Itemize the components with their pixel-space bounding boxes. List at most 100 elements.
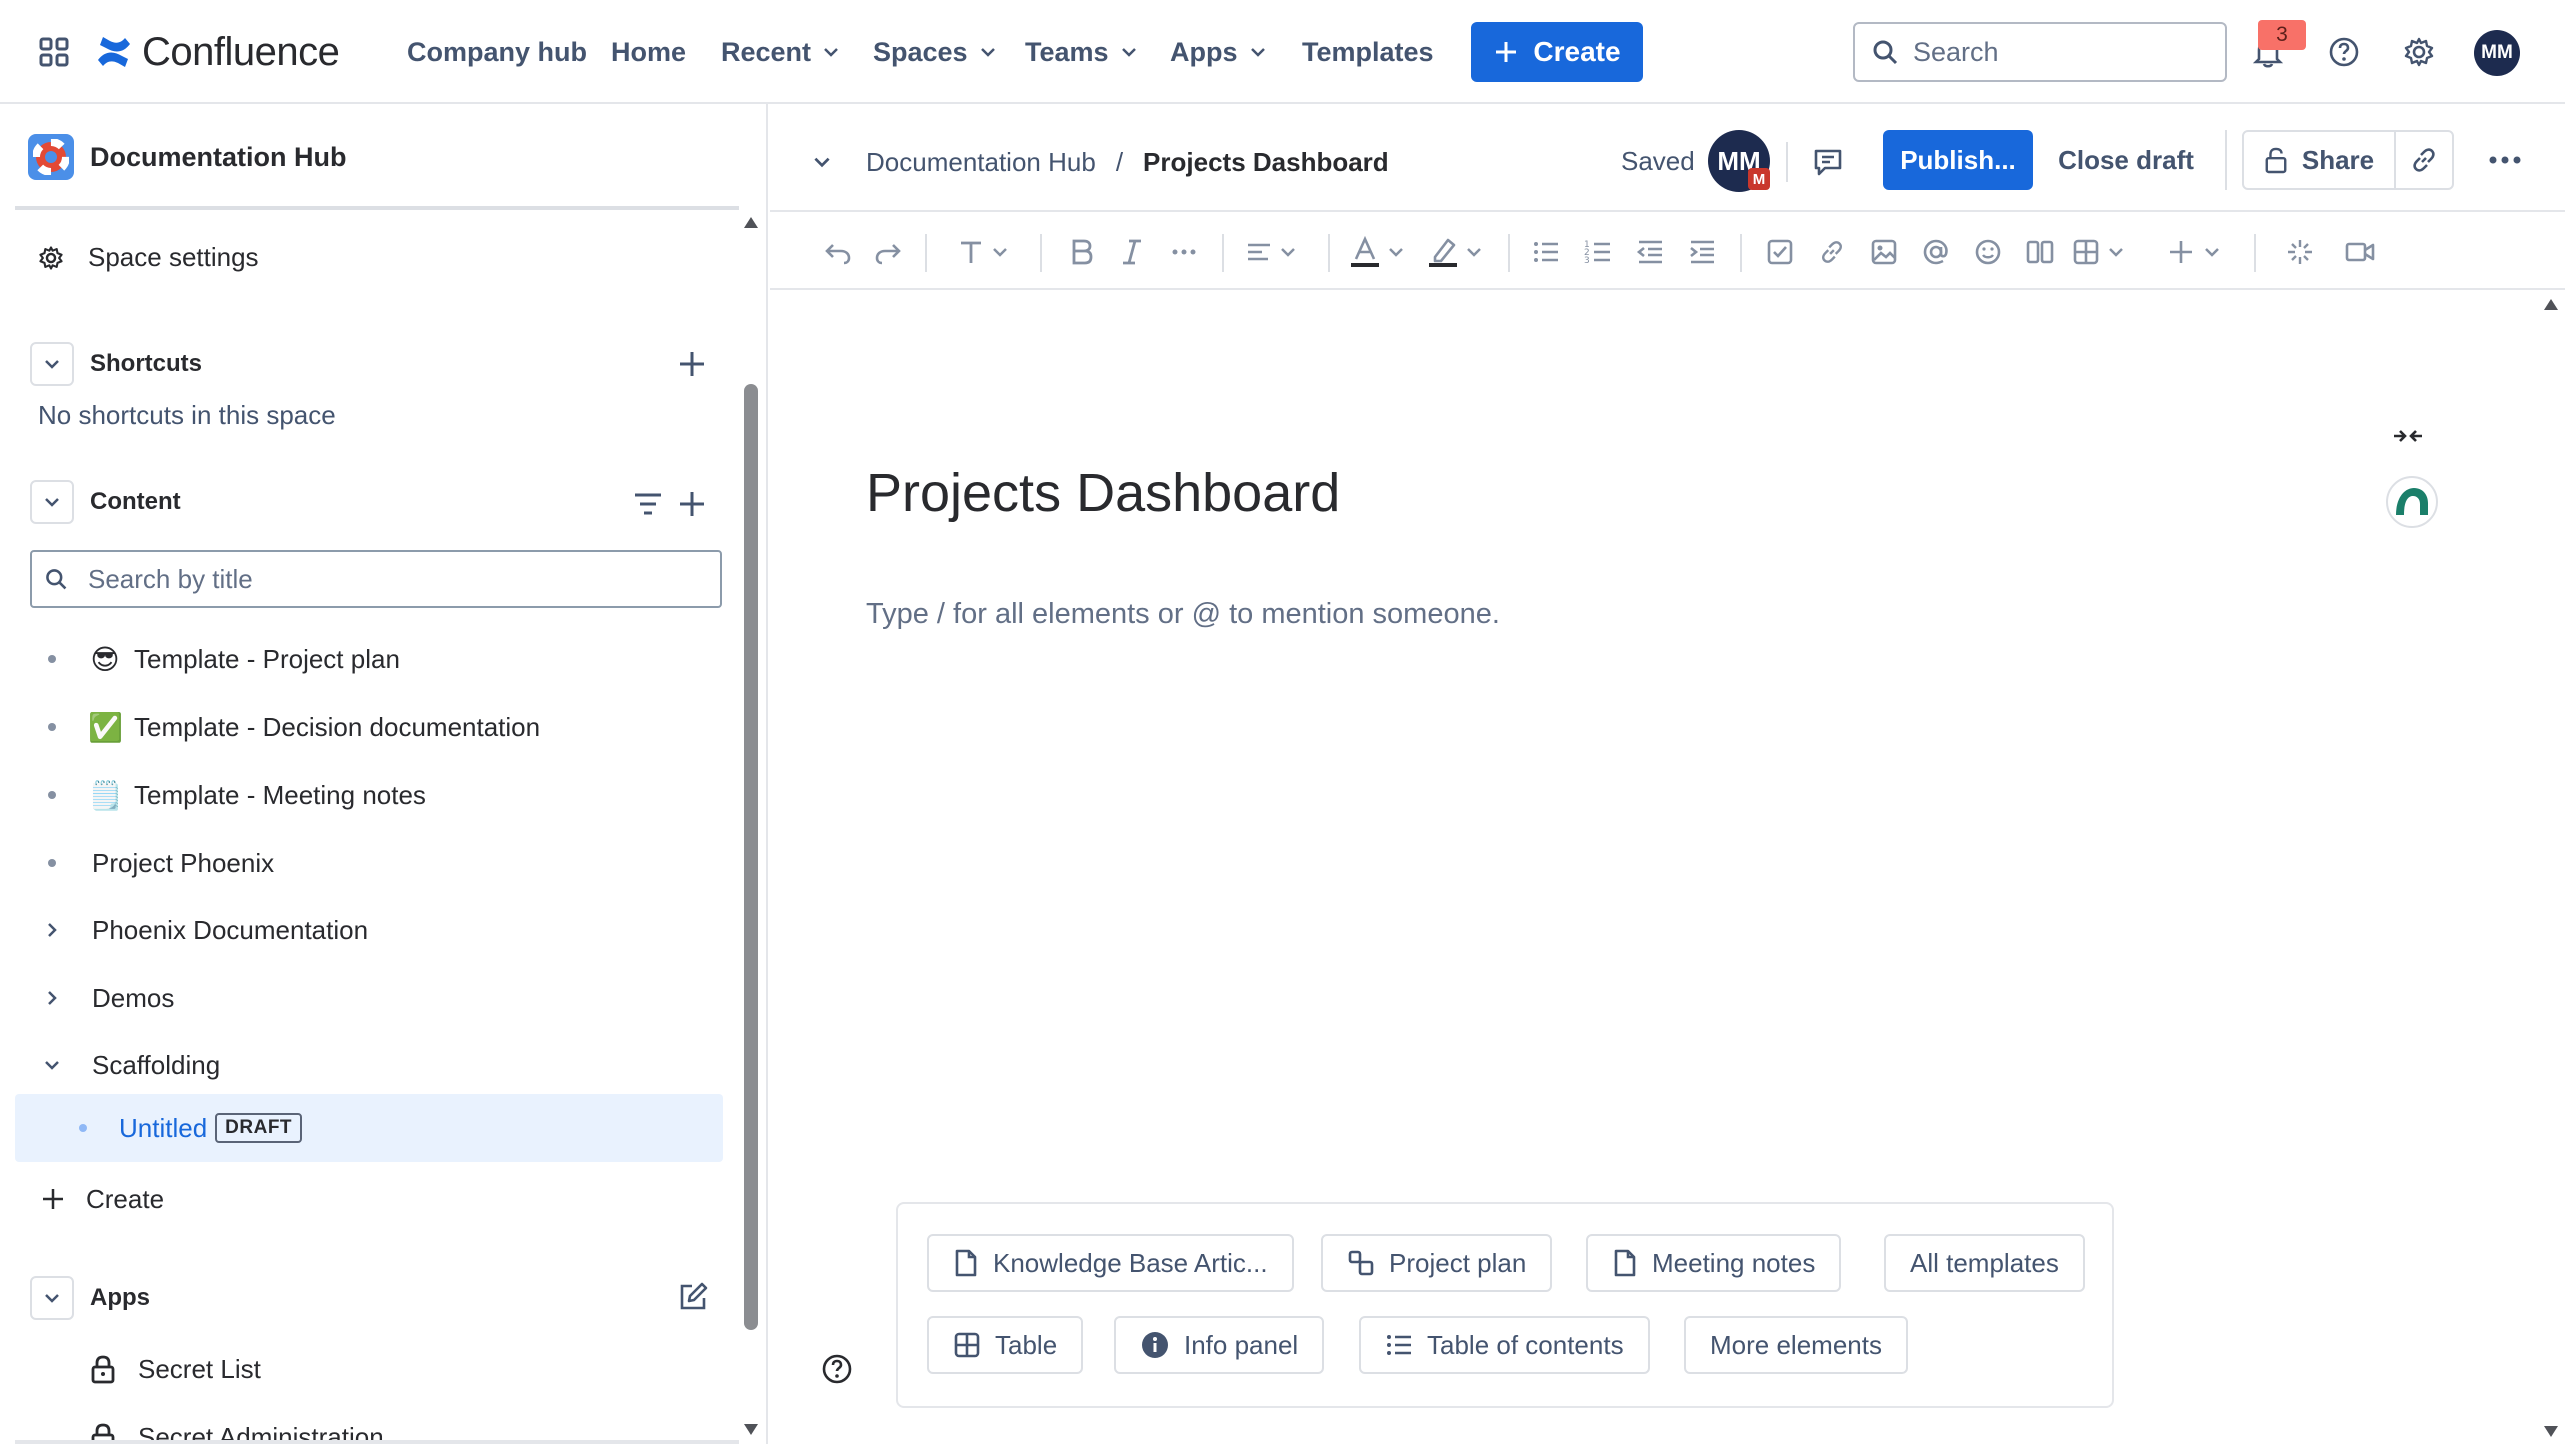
comments-button[interactable] (1808, 142, 1848, 182)
editor-scroll-down-arrow[interactable] (2542, 1424, 2560, 1440)
loop-assistant-icon[interactable] (2386, 476, 2438, 528)
sidebar-scroll-down-arrow[interactable] (742, 1422, 760, 1438)
create-content-link[interactable]: Create (38, 1174, 164, 1224)
content-search-placeholder: Search by title (88, 563, 253, 594)
more-actions-button[interactable] (2482, 140, 2528, 180)
global-search-input[interactable]: Search (1853, 22, 2227, 82)
insert-info-panel-button[interactable]: Info panel (1114, 1316, 1325, 1374)
tree-item-scaffolding[interactable]: Scaffolding (42, 1040, 220, 1090)
template-meeting-notes-button[interactable]: Meeting notes (1586, 1234, 1842, 1292)
insert-video-button[interactable] (2340, 232, 2380, 272)
insert-table-element-button[interactable]: Table (927, 1316, 1084, 1374)
ai-button[interactable] (2280, 232, 2320, 272)
space-settings-link[interactable]: Space settings (38, 242, 259, 273)
nav-apps[interactable]: Apps (1170, 30, 1268, 74)
add-shortcut-button[interactable] (674, 346, 710, 382)
bullet-list-button[interactable] (1526, 232, 1566, 272)
element-label: Info panel (1184, 1329, 1299, 1360)
numbered-list-button[interactable]: 123 (1578, 232, 1618, 272)
tree-item-untitled-selected[interactable]: Untitled DRAFT (15, 1094, 723, 1162)
nav-company-hub[interactable]: Company hub (407, 30, 587, 74)
edit-apps-button[interactable] (676, 1280, 710, 1314)
tree-item-template-decision-documentation[interactable]: ✅ Template - Decision documentation (48, 702, 540, 752)
settings-button[interactable] (2397, 30, 2441, 74)
tree-item-demos[interactable]: Demos (42, 973, 174, 1023)
breadcrumb-space-link[interactable]: Documentation Hub (866, 147, 1096, 178)
nav-home[interactable]: Home (611, 30, 686, 74)
add-content-button[interactable] (674, 486, 710, 522)
tree-item-template-project-plan[interactable]: 😎 Template - Project plan (48, 634, 400, 684)
content-collapse-button[interactable] (30, 480, 74, 524)
tree-item-label: Scaffolding (92, 1049, 221, 1080)
help-button[interactable] (2322, 30, 2366, 74)
apps-collapse-button[interactable] (30, 1276, 74, 1320)
user-avatar[interactable]: MM (2474, 30, 2520, 76)
template-project-plan-button[interactable]: Project plan (1321, 1234, 1553, 1292)
close-draft-button[interactable]: Close draft (2046, 130, 2206, 190)
app-name: Confluence (142, 29, 340, 74)
bold-button[interactable] (1062, 232, 1102, 272)
copy-link-button[interactable] (2394, 130, 2454, 190)
more-formatting-button[interactable] (1164, 232, 1204, 272)
content-search-input[interactable]: Search by title (30, 550, 722, 608)
chevron-down-icon[interactable] (42, 1055, 62, 1075)
chevron-right-icon[interactable] (42, 988, 62, 1008)
redo-button[interactable] (868, 232, 908, 272)
app-item-secret-list[interactable]: Secret List (90, 1344, 261, 1394)
nav-recent[interactable]: Recent (721, 30, 841, 74)
alignment-dropdown[interactable] (1244, 232, 1310, 272)
mention-button[interactable] (1916, 232, 1956, 272)
page-title-input[interactable]: Projects Dashboard (866, 462, 2266, 542)
editor-scroll-up-arrow[interactable] (2542, 296, 2560, 312)
notification-count-badge: 3 (2258, 20, 2306, 50)
page-body-editor[interactable]: Type / for all elements or @ to mention … (866, 598, 2266, 648)
lock-icon (91, 1355, 115, 1384)
sidebar-scroll-up-arrow[interactable] (742, 214, 760, 230)
undo-button[interactable] (818, 232, 858, 272)
nav-templates[interactable]: Templates (1302, 30, 1434, 74)
text-style-dropdown[interactable] (956, 232, 1022, 272)
layouts-button[interactable] (2020, 232, 2060, 272)
chevron-down-icon (814, 157, 830, 168)
more-horizontal-icon (2489, 156, 2521, 164)
insert-image-button[interactable] (1864, 232, 1904, 272)
page-width-toggle[interactable] (2388, 416, 2428, 456)
more-elements-button[interactable]: More elements (1684, 1316, 1908, 1374)
chevron-down-icon (993, 248, 1007, 257)
tree-bullet (79, 1124, 87, 1132)
indent-button[interactable] (1682, 232, 1722, 272)
insert-link-button[interactable] (1812, 232, 1852, 272)
emoji-button[interactable] (1968, 232, 2008, 272)
app-switcher-icon[interactable] (38, 36, 70, 68)
insert-more-dropdown[interactable] (2166, 232, 2232, 272)
nav-spaces[interactable]: Spaces (873, 30, 998, 74)
tree-item-template-meeting-notes[interactable]: 🗒️ Template - Meeting notes (48, 770, 426, 820)
share-button[interactable]: Share (2242, 130, 2396, 190)
confluence-logo[interactable]: Confluence (94, 26, 340, 78)
insert-table-dropdown[interactable] (2072, 232, 2138, 272)
text-color-dropdown[interactable] (1348, 232, 1414, 272)
collapse-sidebar-button[interactable] (804, 144, 840, 180)
all-templates-button[interactable]: All templates (1884, 1234, 2085, 1292)
outdent-button[interactable] (1630, 232, 1670, 272)
space-header[interactable]: Documentation Hub (28, 134, 347, 180)
sidebar-scrollbar-thumb[interactable] (744, 384, 758, 1330)
highlight-color-dropdown[interactable] (1426, 232, 1492, 272)
template-knowledge-base-button[interactable]: Knowledge Base Artic... (927, 1234, 1294, 1292)
insert-table-of-contents-button[interactable]: Table of contents (1359, 1316, 1650, 1374)
shortcuts-collapse-button[interactable] (30, 342, 74, 386)
chevron-right-icon[interactable] (42, 920, 62, 940)
chevron-down-icon (45, 498, 59, 507)
action-item-button[interactable] (1760, 232, 1800, 272)
tree-item-project-phoenix[interactable]: Project Phoenix (48, 838, 274, 888)
publish-button[interactable]: Publish... (1883, 130, 2033, 190)
italic-button[interactable] (1112, 232, 1152, 272)
plus-icon (680, 492, 704, 516)
content-filter-button[interactable] (630, 486, 666, 522)
nav-teams[interactable]: Teams (1025, 30, 1139, 74)
create-button[interactable]: Create (1471, 22, 1643, 82)
tree-item-phoenix-documentation[interactable]: Phoenix Documentation (42, 905, 368, 955)
editor-help-button[interactable] (818, 1350, 856, 1388)
tree-item-label: Template - Project plan (134, 643, 400, 674)
info-icon (1142, 1332, 1168, 1358)
